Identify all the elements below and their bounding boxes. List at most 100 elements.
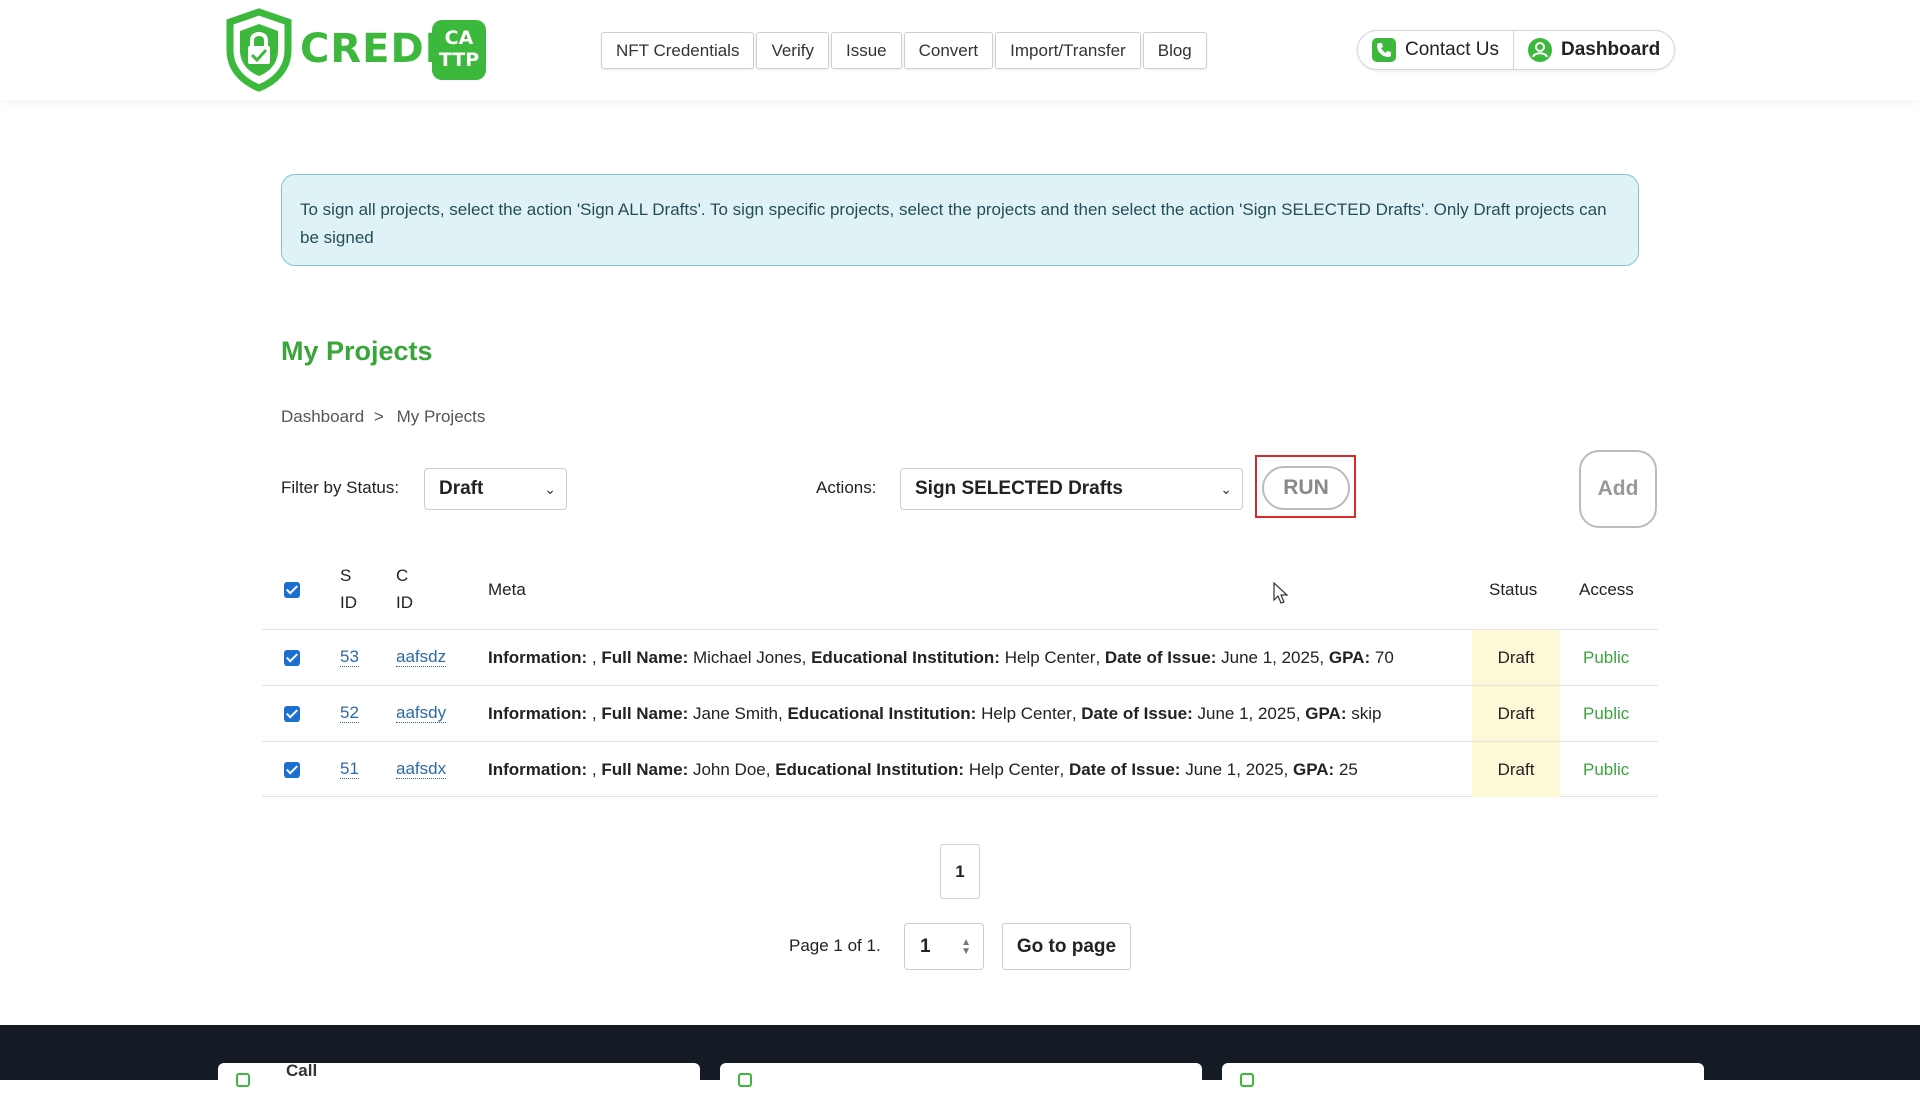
row-c-id[interactable]: aafsdz [396, 630, 447, 685]
row-access: Public [1583, 742, 1629, 797]
row-status: Draft [1472, 630, 1560, 685]
row-c-id-link[interactable]: aafsdz [396, 648, 447, 667]
nav-convert[interactable]: Convert [903, 32, 994, 69]
row-status: Draft [1472, 686, 1560, 741]
header-status[interactable]: Status [1489, 576, 1537, 603]
meta-full-name: John Doe [692, 759, 766, 779]
nav-blog[interactable]: Blog [1142, 32, 1207, 69]
row-checkbox[interactable] [284, 742, 300, 797]
row-meta: Information: , Full Name: John Doe, Educ… [488, 759, 1358, 779]
info-alert: To sign all projects, select the action … [281, 174, 1639, 266]
phone-icon [1372, 38, 1396, 62]
meta-information-label: Information: [488, 703, 588, 723]
header-meta[interactable]: Meta [488, 576, 526, 603]
logo-badge: CA TTP [432, 20, 486, 80]
meta-gpa-label: GPA: [1292, 759, 1335, 779]
dashboard-label: Dashboard [1560, 39, 1661, 60]
meta-full-name-label: Full Name: [601, 759, 689, 779]
credly-logo[interactable]: CREDLY CA TTP [224, 8, 486, 92]
row-checkbox[interactable] [284, 630, 300, 685]
row-status: Draft [1472, 742, 1560, 797]
filter-status-label: Filter by Status: [281, 478, 400, 497]
page-info: Page 1 of 1. [789, 936, 881, 955]
filter-status-select[interactable]: Draft ⌄ [424, 468, 567, 510]
meta-full-name: Jane Smith [692, 703, 779, 723]
row-c-id[interactable]: aafsdy [396, 686, 447, 741]
meta-institution-label: Educational Institution: [811, 647, 1000, 667]
meta-full-name-label: Full Name: [601, 703, 689, 723]
select-all-checkbox[interactable] [284, 579, 300, 606]
breadcrumb-current: My Projects [396, 407, 486, 426]
breadcrumb-dashboard-link[interactable]: Dashboard [281, 407, 364, 426]
breadcrumb: Dashboard > My Projects [281, 407, 485, 427]
chevron-down-icon: ⌄ [544, 481, 556, 497]
row-s-id[interactable]: 51 [340, 742, 359, 797]
actions-select[interactable]: Sign SELECTED Drafts ⌄ [900, 468, 1243, 510]
row-access: Public [1583, 686, 1629, 741]
header-s-id[interactable]: S ID [340, 562, 357, 616]
footer-card-3-icon [1240, 1073, 1254, 1087]
row-c-id-link[interactable]: aafsdy [396, 704, 447, 723]
meta-date-label: Date of Issue: [1081, 703, 1193, 723]
row-s-id-link[interactable]: 51 [340, 760, 359, 779]
page-number-input[interactable]: 1 ▲ ▼ [904, 923, 984, 970]
header-c-id-line1: C [396, 566, 409, 585]
site-footer: Call [0, 1025, 1920, 1093]
header-c-id[interactable]: C ID [396, 562, 413, 616]
row-checkbox[interactable] [284, 686, 300, 741]
nav-nft-credentials[interactable]: NFT Credentials [601, 32, 755, 69]
meta-gpa-label: GPA: [1328, 647, 1371, 667]
status-badge: Draft [1497, 703, 1535, 723]
row-s-id[interactable]: 53 [340, 630, 359, 685]
actions-label: Actions: [816, 478, 877, 497]
projects-table: S ID C ID Meta Status Access 53 aafsdz Inf… [262, 554, 1658, 797]
meta-institution-label: Educational Institution: [775, 759, 965, 779]
row-meta: Information: , Full Name: Michael Jones,… [488, 647, 1394, 667]
run-button[interactable]: RUN [1262, 466, 1350, 510]
meta-date: June 1, 2025 [1185, 759, 1284, 779]
nav-verify[interactable]: Verify [756, 32, 829, 69]
meta-institution: Help Center [968, 759, 1060, 779]
footer-card-call[interactable]: Call [218, 1061, 700, 1093]
meta-gpa: 70 [1374, 647, 1394, 667]
user-icon [1527, 38, 1552, 62]
row-meta: Information: , Full Name: Jane Smith, Ed… [488, 703, 1382, 723]
row-c-id-link[interactable]: aafsdx [396, 760, 447, 779]
meta-information-label: Information: [488, 647, 588, 667]
mouse-cursor-icon [1273, 582, 1289, 604]
footer-card-2-icon [738, 1073, 752, 1087]
row-s-id-link[interactable]: 52 [340, 704, 359, 723]
call-icon [236, 1073, 250, 1087]
row-s-id-link[interactable]: 53 [340, 648, 359, 667]
status-badge: Draft [1497, 759, 1535, 779]
row-s-id[interactable]: 52 [340, 686, 359, 741]
header-c-id-line2: ID [396, 593, 413, 612]
meta-date: June 1, 2025 [1221, 647, 1320, 667]
header-s-id-line1: S [340, 566, 352, 585]
nav-import-transfer[interactable]: Import/Transfer [995, 32, 1141, 69]
nav-issue[interactable]: Issue [830, 32, 902, 69]
pagination-page-1[interactable]: 1 [940, 844, 980, 899]
dashboard-button[interactable]: Dashboard [1512, 31, 1674, 69]
logo-badge-line2: TTP [438, 49, 480, 71]
row-c-id[interactable]: aafsdx [396, 742, 447, 797]
footer-card-3[interactable] [1222, 1063, 1704, 1093]
go-to-page-button[interactable]: Go to page [1002, 923, 1131, 970]
chevron-down-icon: ⌄ [1220, 481, 1232, 497]
footer-card-2[interactable] [720, 1063, 1202, 1093]
meta-gpa: skip [1351, 703, 1382, 723]
header-access[interactable]: Access [1579, 576, 1634, 603]
logo-badge-line1: CA [444, 27, 474, 49]
access-label: Public [1583, 647, 1630, 667]
row-access: Public [1583, 630, 1629, 685]
stepper-icon[interactable]: ▲ ▼ [961, 938, 971, 957]
main-nav: NFT Credentials Verify Issue Convert Imp… [601, 32, 1207, 69]
add-button[interactable]: Add [1579, 450, 1657, 528]
page-title: My Projects [281, 336, 433, 366]
meta-institution: Help Center [981, 703, 1072, 723]
contact-us-button[interactable]: Contact Us [1358, 31, 1513, 69]
meta-full-name-label: Full Name: [601, 647, 689, 667]
status-badge: Draft [1497, 647, 1535, 667]
meta-date: June 1, 2025 [1197, 703, 1296, 723]
access-label: Public [1583, 759, 1630, 779]
